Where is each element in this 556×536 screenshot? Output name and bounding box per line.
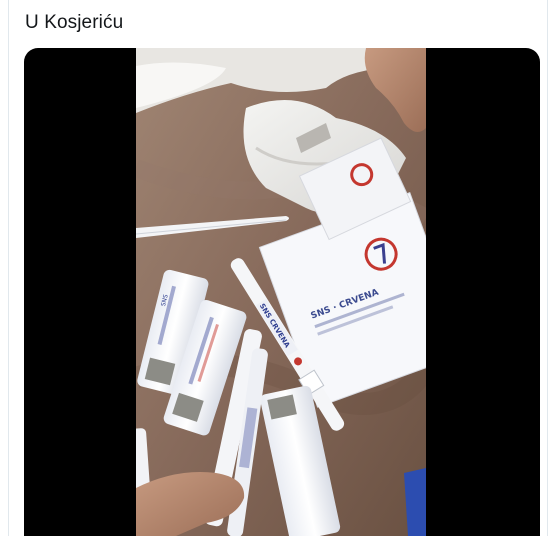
video-frame-image: SNS · CRVENA SNS CRVENA SNS: [136, 48, 426, 536]
video-frame[interactable]: SNS · CRVENA SNS CRVENA SNS: [136, 48, 426, 536]
video-player[interactable]: SNS · CRVENA SNS CRVENA SNS: [24, 48, 540, 536]
tweet-text: U Kosjeriću: [25, 12, 124, 33]
tweet-card: U Kosjeriću SNS · CRVENA SNS CRVENA SNS: [8, 0, 548, 536]
